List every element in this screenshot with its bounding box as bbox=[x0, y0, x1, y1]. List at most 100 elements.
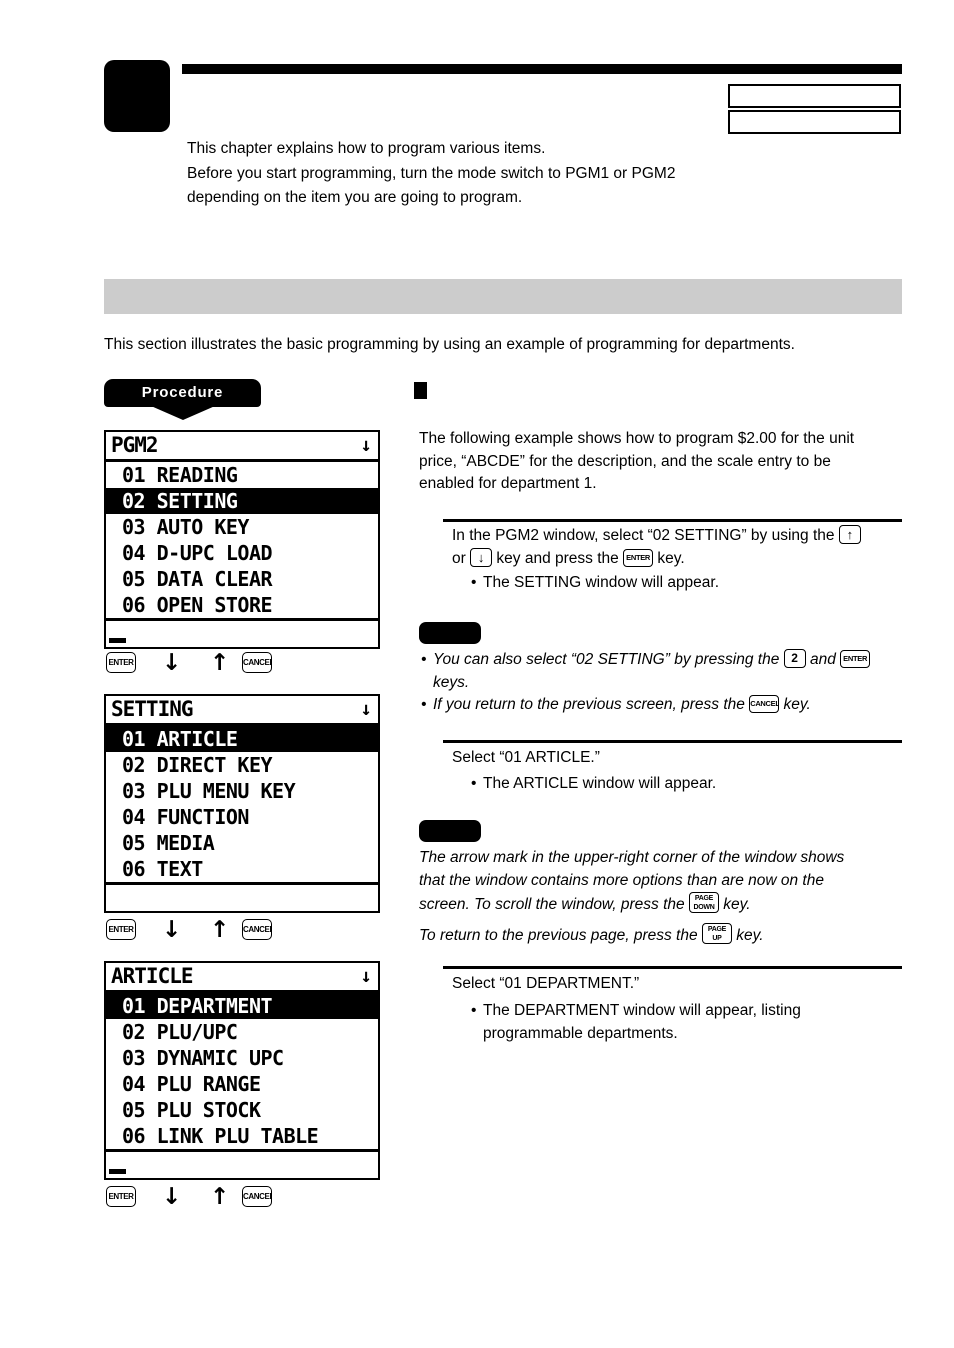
up-arrow-key-icon[interactable]: ↑ bbox=[210, 652, 229, 675]
chapter-intro: This chapter explains how to program var… bbox=[187, 137, 887, 211]
section-intro-text: This section illustrates the basic progr… bbox=[104, 336, 795, 353]
example-line-3: enabled for department 1. bbox=[419, 475, 597, 492]
example-paragraph: The following example shows how to progr… bbox=[419, 428, 899, 496]
lcd-menu-item-selected[interactable]: 02 SETTING bbox=[106, 488, 378, 514]
lcd-screen-pgm2: PGM2 ↓ 01 READING 02 SETTING 03 AUTO KEY… bbox=[104, 430, 380, 649]
note-2-text: The arrow mark in the upper-right corner… bbox=[419, 847, 909, 947]
lcd-title-text: SETTING bbox=[111, 697, 194, 721]
list-item: You can also select “02 SETTING” by pres… bbox=[419, 649, 909, 694]
up-arrow-key-inline[interactable]: ↑ bbox=[838, 525, 861, 544]
scroll-down-arrow-icon: ↓ bbox=[360, 965, 372, 987]
step-rule-1 bbox=[443, 519, 902, 522]
number-2-key-inline[interactable]: 2 bbox=[783, 649, 806, 668]
lcd-menu-item-selected[interactable]: 01 DEPARTMENT bbox=[106, 993, 378, 1019]
down-arrow-key-icon[interactable]: ↓ bbox=[162, 1186, 181, 1209]
example-line-1: The following example shows how to progr… bbox=[419, 430, 855, 447]
lcd-screen-article: ARTICLE ↓ 01 DEPARTMENT 02 PLU/UPC 03 DY… bbox=[104, 961, 380, 1180]
enter-key-inline[interactable]: ENTER bbox=[623, 548, 654, 567]
key-legend-row-2: ENTER ↓ ↑ CANCEL bbox=[104, 919, 380, 943]
enter-key-inline[interactable]: ENTER bbox=[840, 650, 871, 668]
enter-key[interactable]: ENTER bbox=[106, 919, 136, 940]
lcd-title-bar: SETTING ↓ bbox=[106, 696, 378, 726]
step-3-line-1: Select “01 DEPARTMENT.” bbox=[452, 975, 640, 992]
list-item: The DEPARTMENT window will appear, listi… bbox=[469, 1000, 889, 1045]
procedure-badge: Procedure bbox=[104, 379, 261, 420]
lcd-menu-item[interactable]: 05 PLU STOCK bbox=[106, 1097, 378, 1123]
note-badge-1 bbox=[419, 622, 481, 644]
chapter-intro-line-3: depending on the item you are going to p… bbox=[187, 189, 523, 206]
lcd-title-bar: ARTICLE ↓ bbox=[106, 963, 378, 993]
lcd-cursor bbox=[109, 638, 126, 643]
lcd-menu-item[interactable]: 06 LINK PLU TABLE bbox=[106, 1123, 378, 1149]
lcd-menu-item[interactable]: 01 READING bbox=[106, 462, 378, 488]
lcd-menu-item[interactable]: 03 AUTO KEY bbox=[106, 514, 378, 540]
lcd-menu-item[interactable]: 06 TEXT bbox=[106, 856, 378, 882]
list-item: The SETTING window will appear. bbox=[469, 572, 889, 595]
lcd-title-bar: PGM2 ↓ bbox=[106, 432, 378, 462]
lcd-input-field[interactable] bbox=[106, 882, 378, 911]
chapter-intro-line-2: Before you start programming, turn the m… bbox=[187, 164, 676, 182]
lcd-menu-item[interactable]: 04 D-UPC LOAD bbox=[106, 540, 378, 566]
lcd-menu-item-selected[interactable]: 01 ARTICLE bbox=[106, 726, 378, 752]
lcd-menu-item[interactable]: 05 MEDIA bbox=[106, 830, 378, 856]
up-arrow-key-icon[interactable]: ↑ bbox=[210, 1186, 229, 1209]
lcd-input-field[interactable] bbox=[106, 1149, 378, 1178]
note-2-line-3: screen. To scroll the window, press the … bbox=[419, 892, 909, 917]
section-heading-band bbox=[104, 279, 902, 314]
scroll-down-arrow-icon: ↓ bbox=[360, 434, 372, 456]
lcd-title-text: ARTICLE bbox=[111, 964, 194, 988]
header-box-1 bbox=[728, 84, 901, 108]
lcd-menu-item[interactable]: 03 DYNAMIC UPC bbox=[106, 1045, 378, 1071]
down-arrow-key-icon[interactable]: ↓ bbox=[162, 919, 181, 942]
page-down-key-inline[interactable]: PAGE DOWN bbox=[688, 892, 719, 913]
lcd-menu-item[interactable]: 02 PLU/UPC bbox=[106, 1019, 378, 1045]
lcd-input-field[interactable] bbox=[106, 618, 378, 647]
lcd-cursor bbox=[109, 1169, 126, 1174]
chapter-number-tab bbox=[104, 60, 170, 132]
lcd-menu-item[interactable]: 04 PLU RANGE bbox=[106, 1071, 378, 1097]
scroll-down-arrow-icon: ↓ bbox=[360, 698, 372, 720]
enter-key[interactable]: ENTER bbox=[106, 1186, 136, 1207]
lcd-menu-item[interactable]: 04 FUNCTION bbox=[106, 804, 378, 830]
up-arrow-key-icon[interactable]: ↑ bbox=[210, 919, 229, 942]
step-rule-3 bbox=[443, 966, 902, 969]
note-2-line-4: To return to the previous page, press th… bbox=[419, 922, 909, 948]
down-arrow-key-inline[interactable]: ↓ bbox=[470, 547, 493, 567]
lcd-menu-item[interactable]: 03 PLU MENU KEY bbox=[106, 778, 378, 804]
example-line-2: price, “ABCDE” for the description, and … bbox=[419, 452, 831, 470]
step-2-bullets: The ARTICLE window will appear. bbox=[469, 773, 889, 796]
lcd-title-text: PGM2 bbox=[111, 433, 159, 457]
enter-key[interactable]: ENTER bbox=[106, 652, 136, 673]
step-1-text: In the PGM2 window, select “02 SETTING” … bbox=[452, 525, 902, 570]
lcd-menu-item[interactable]: 06 OPEN STORE bbox=[106, 592, 378, 618]
key-legend-row-1: ENTER ↓ ↑ CANCEL bbox=[104, 652, 380, 676]
note-2-line-2: that the window contains more options th… bbox=[419, 871, 824, 889]
cancel-key[interactable]: CANCEL bbox=[242, 652, 272, 673]
note-badge-2 bbox=[419, 820, 481, 842]
cancel-key[interactable]: CANCEL bbox=[242, 1186, 272, 1207]
step-3-text: Select “01 DEPARTMENT.” bbox=[452, 973, 902, 996]
step-1-line-2: or ↓ key and press the ENTER key. bbox=[452, 547, 685, 567]
cancel-key-inline[interactable]: CANCEL bbox=[749, 695, 780, 713]
sub-heading-square-icon bbox=[414, 382, 427, 399]
step-1-line-1: In the PGM2 window, select “02 SETTING” … bbox=[452, 525, 902, 548]
step-3-bullets: The DEPARTMENT window will appear, listi… bbox=[469, 1000, 889, 1045]
note-2-line-1: The arrow mark in the upper-right corner… bbox=[419, 849, 845, 866]
step-1-bullets: The SETTING window will appear. bbox=[469, 572, 889, 595]
cancel-key[interactable]: CANCEL bbox=[242, 919, 272, 940]
lcd-menu-item[interactable]: 05 DATA CLEAR bbox=[106, 566, 378, 592]
list-item: The ARTICLE window will appear. bbox=[469, 773, 889, 796]
chapter-intro-line-1: This chapter explains how to program var… bbox=[187, 140, 546, 157]
page-up-key-inline[interactable]: PAGE UP bbox=[701, 922, 732, 944]
step-2-text: Select “01 ARTICLE.” bbox=[452, 747, 902, 770]
step-2-line-1: Select “01 ARTICLE.” bbox=[452, 749, 600, 766]
header-box-2 bbox=[728, 110, 901, 134]
header-rule bbox=[182, 64, 902, 74]
down-arrow-key-icon[interactable]: ↓ bbox=[162, 652, 181, 675]
note-1-bullets: You can also select “02 SETTING” by pres… bbox=[419, 649, 909, 717]
page-title bbox=[190, 80, 690, 124]
key-legend-row-3: ENTER ↓ ↑ CANCEL bbox=[104, 1186, 380, 1210]
step-rule-2 bbox=[443, 740, 902, 743]
procedure-badge-label: Procedure bbox=[141, 384, 224, 401]
lcd-menu-item[interactable]: 02 DIRECT KEY bbox=[106, 752, 378, 778]
